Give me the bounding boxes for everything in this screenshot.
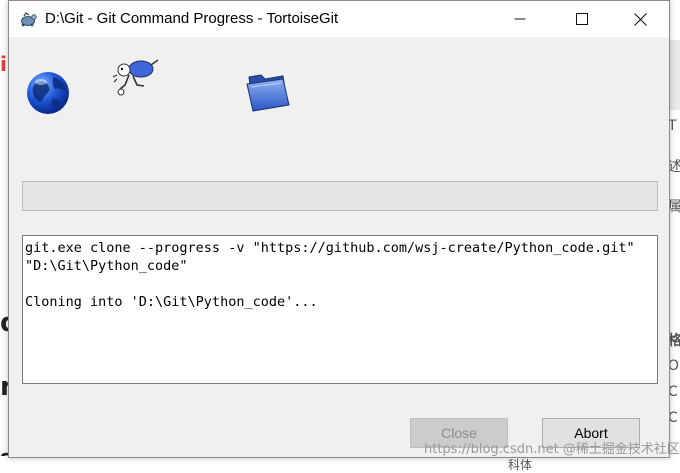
- maximize-button[interactable]: [559, 1, 605, 37]
- log-line: git.exe clone --progress -v "https://git…: [25, 240, 635, 256]
- watermark-text: https://blog.csdn.net @稀土掘金技术社区: [424, 442, 680, 457]
- maximize-icon: [576, 13, 588, 25]
- background-text-fragment: 科体: [508, 458, 533, 472]
- title-bar[interactable]: D:\Git - Git Command Progress - Tortoise…: [9, 1, 669, 37]
- close-window-button[interactable]: [617, 1, 663, 37]
- command-output-log[interactable]: git.exe clone --progress -v "https://git…: [22, 235, 658, 384]
- log-line: Cloning into 'D:\Git\Python_code'...: [25, 294, 318, 310]
- minimize-icon: [514, 18, 526, 20]
- folder-icon: [246, 74, 290, 112]
- globe-icon: [27, 72, 69, 114]
- running-turtle-icon: [112, 59, 159, 96]
- close-icon: [633, 12, 647, 26]
- git-progress-dialog: D:\Git - Git Command Progress - Tortoise…: [8, 0, 670, 458]
- minimize-button[interactable]: [497, 1, 543, 37]
- log-line: "D:\Git\Python_code": [25, 258, 188, 274]
- window-title: D:\Git - Git Command Progress - Tortoise…: [45, 10, 339, 27]
- progress-bar: [22, 181, 658, 211]
- background-app-bottom-edge: 科体: [0, 456, 680, 472]
- background-text-fragment: i: [0, 52, 7, 76]
- tortoisegit-icon: [21, 12, 37, 27]
